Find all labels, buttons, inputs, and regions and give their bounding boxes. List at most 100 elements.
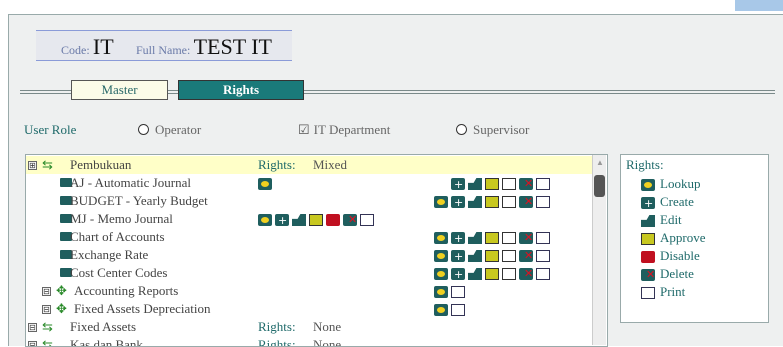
tree-row[interactable]: ⊟ ✥ Accounting Reports — [26, 282, 596, 300]
expander-icon[interactable]: ⊟ — [28, 323, 37, 332]
disable-icon[interactable] — [502, 232, 516, 245]
lookup-icon[interactable] — [434, 196, 448, 209]
print-icon[interactable] — [451, 304, 465, 317]
delete-icon[interactable] — [519, 265, 533, 283]
role-option-supervisor[interactable]: Supervisor — [456, 122, 529, 138]
lookup-icon[interactable] — [434, 286, 448, 299]
approve-icon[interactable] — [485, 196, 499, 209]
tree-row[interactable]: ⊞ ⇆ Pembukuan Rights: Mixed — [26, 156, 596, 174]
available-rights-icons — [451, 174, 553, 194]
role-option-operator[interactable]: Operator — [138, 122, 201, 138]
scroll-thumb[interactable] — [594, 175, 605, 197]
print-icon[interactable] — [536, 268, 550, 281]
full-name-field: Full Name: TEST IT — [136, 34, 272, 60]
delete-icon[interactable] — [519, 175, 533, 193]
radio-button-icon[interactable] — [456, 124, 467, 135]
expander-icon[interactable]: ⊞ — [28, 161, 37, 170]
full-name-value: TEST IT — [193, 34, 272, 59]
subgroup-icon: ✥ — [56, 301, 67, 316]
rights-value: None — [313, 319, 342, 334]
lookup-icon[interactable] — [434, 250, 448, 263]
delete-icon[interactable] — [519, 229, 533, 247]
legend-item-edit: Edit — [641, 211, 682, 229]
disable-icon[interactable] — [326, 214, 340, 227]
create-icon[interactable] — [451, 176, 465, 194]
tree-row[interactable]: Exchange Rate — [26, 246, 596, 266]
disable-icon[interactable] — [502, 178, 516, 191]
expander-icon[interactable]: ⊟ — [28, 341, 37, 346]
tree-scrollbar[interactable]: ▲ — [592, 155, 606, 345]
delete-icon — [641, 266, 655, 284]
edit-icon[interactable] — [468, 178, 482, 191]
approve-icon[interactable] — [485, 250, 499, 263]
tree-row[interactable]: Cost Center Codes — [26, 264, 596, 284]
create-icon[interactable] — [275, 212, 289, 230]
tree-row-label: Chart of Accounts — [70, 229, 165, 244]
rights-tree[interactable]: ⊞ ⇆ Pembukuan Rights: Mixed AJ - Automatic Jo… — [25, 154, 608, 347]
role-option-it-department[interactable]: ☑ IT Department — [298, 122, 390, 138]
create-icon[interactable] — [451, 230, 465, 248]
edit-icon[interactable] — [468, 196, 482, 209]
legend-item-lookup: Lookup — [641, 175, 700, 193]
create-icon — [641, 195, 655, 213]
available-rights-icons — [434, 300, 468, 318]
lookup-icon[interactable] — [434, 232, 448, 245]
edit-icon[interactable] — [468, 232, 482, 245]
create-icon[interactable] — [451, 266, 465, 284]
delete-icon[interactable] — [343, 211, 357, 229]
lookup-icon[interactable] — [258, 178, 272, 191]
approve-icon[interactable] — [485, 232, 499, 245]
rights-value: Mixed — [313, 157, 347, 172]
print-icon[interactable] — [536, 250, 550, 263]
approve-icon[interactable] — [485, 268, 499, 281]
print-icon[interactable] — [536, 178, 550, 191]
lookup-icon[interactable] — [258, 214, 272, 227]
title-bar-strip — [735, 0, 783, 11]
tree-row[interactable]: ⊟ ⇆ Fixed Assets Rights: None — [26, 318, 596, 336]
role-option-label: Supervisor — [473, 122, 530, 137]
print-icon — [641, 287, 655, 300]
tree-row[interactable]: AJ - Automatic Journal — [26, 174, 596, 194]
code-value: IT — [92, 34, 114, 59]
available-rights-icons — [434, 192, 553, 212]
approve-icon[interactable] — [485, 178, 499, 191]
disable-icon[interactable] — [502, 196, 516, 209]
expander-icon[interactable]: ⊟ — [42, 287, 51, 296]
tree-row[interactable]: MJ - Memo Journal — [26, 210, 596, 230]
create-icon[interactable] — [451, 194, 465, 212]
delete-icon[interactable] — [519, 247, 533, 265]
tree-row[interactable]: BUDGET - Yearly Budget — [26, 192, 596, 212]
approve-icon — [641, 233, 655, 246]
lookup-icon — [641, 179, 655, 192]
print-icon[interactable] — [536, 196, 550, 209]
disable-icon[interactable] — [502, 268, 516, 281]
edit-icon[interactable] — [468, 268, 482, 281]
radio-button-icon[interactable] — [138, 124, 149, 135]
lookup-icon[interactable] — [434, 268, 448, 281]
tree-row[interactable]: ⊟ ✥ Fixed Assets Depreciation — [26, 300, 596, 318]
legend-item-print: Print — [641, 283, 685, 301]
print-icon[interactable] — [536, 232, 550, 245]
print-icon[interactable] — [360, 214, 374, 227]
scroll-up-arrow-icon[interactable]: ▲ — [596, 158, 604, 167]
edit-icon[interactable] — [292, 214, 306, 227]
create-icon[interactable] — [451, 248, 465, 266]
disable-icon[interactable] — [502, 250, 516, 263]
print-icon[interactable] — [451, 286, 465, 299]
edit-icon[interactable] — [468, 250, 482, 263]
legend-title: Rights: — [626, 157, 664, 172]
tab-master[interactable]: Master — [71, 80, 168, 100]
tree-row[interactable]: ⊟ ⇆ Kas dan Bank Rights: None — [26, 336, 596, 346]
tab-rights[interactable]: Rights — [178, 80, 304, 100]
disable-icon — [641, 251, 655, 264]
expander-icon[interactable]: ⊟ — [42, 305, 51, 314]
edit-icon — [641, 215, 655, 228]
tree-row-label: MJ - Memo Journal — [70, 211, 173, 226]
role-option-label: Operator — [155, 122, 202, 137]
granted-rights-icons — [258, 174, 275, 192]
delete-icon[interactable] — [519, 193, 533, 211]
tree-row[interactable]: Chart of Accounts — [26, 228, 596, 248]
checkmark-icon[interactable]: ☑ — [298, 122, 310, 138]
approve-icon[interactable] — [309, 214, 323, 227]
lookup-icon[interactable] — [434, 304, 448, 317]
